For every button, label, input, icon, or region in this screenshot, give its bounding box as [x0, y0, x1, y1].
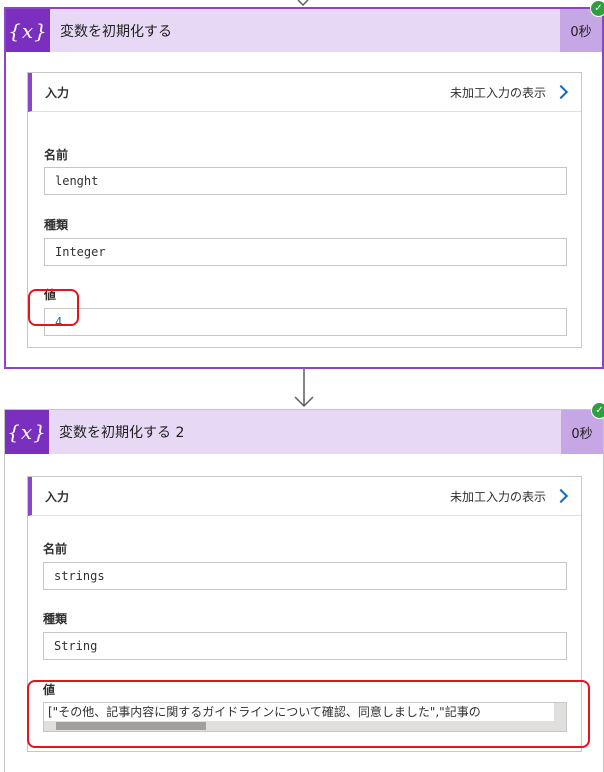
type-field[interactable]: String	[43, 632, 567, 660]
inputs-header: 入力 未加工入力の表示	[28, 477, 581, 516]
chevron-right-icon	[553, 84, 569, 100]
inputs-header: 入力 未加工入力の表示	[28, 73, 581, 112]
type-label: 種類	[43, 612, 68, 626]
inputs-title: 入力	[45, 85, 70, 100]
action-title: 変数を初期化する 2	[59, 425, 185, 441]
name-field[interactable]: strings	[43, 562, 567, 590]
name-label: 名前	[43, 542, 68, 556]
raw-inputs-label: 未加工入力の表示	[449, 489, 546, 504]
action-card-initialize-variable-2[interactable]: {x} 変数を初期化する 2 0秒 入力 未加工入力の表示 名前 strings…	[4, 409, 604, 772]
chevron-right-icon	[553, 488, 569, 504]
action-header[interactable]: {x} 変数を初期化する 0秒	[6, 9, 602, 52]
success-check-icon: ✓	[591, 402, 604, 419]
value-text: ["その他、記事内容に関するガイドラインについて確認、同意しました","記事の	[48, 705, 481, 719]
action-card-initialize-variable[interactable]: {x} 変数を初期化する 0秒 入力 未加工入力の表示 名前 lenght 種類…	[4, 7, 604, 369]
success-check-icon: ✓	[590, 0, 604, 17]
inputs-panel: 入力 未加工入力の表示 名前 strings 種類 String 値 ["その他…	[27, 476, 582, 752]
name-label: 名前	[44, 148, 69, 162]
down-arrow-icon	[294, 369, 314, 408]
type-field[interactable]: Integer	[44, 238, 567, 266]
show-raw-inputs-link[interactable]: 未加工入力の表示	[449, 488, 569, 505]
scroll-thumb[interactable]	[56, 722, 206, 730]
inputs-title: 入力	[45, 489, 70, 504]
value-field[interactable]: 4	[44, 308, 567, 336]
value-label: 値	[44, 288, 57, 302]
inputs-panel: 入力 未加工入力の表示 名前 lenght 種類 Integer 値 4	[27, 72, 582, 348]
horizontal-scrollbar[interactable]	[44, 721, 566, 731]
value-field[interactable]: ["その他、記事内容に関するガイドラインについて確認、同意しました","記事の	[43, 702, 567, 732]
vertical-scrollbar[interactable]	[554, 703, 566, 731]
value-label: 値	[43, 683, 56, 697]
show-raw-inputs-link[interactable]: 未加工入力の表示	[449, 84, 569, 101]
type-label: 種類	[44, 218, 69, 232]
variable-icon: {x}	[6, 9, 50, 52]
action-header[interactable]: {x} 変数を初期化する 2 0秒	[5, 410, 603, 454]
variable-icon: {x}	[5, 410, 49, 454]
action-title: 変数を初期化する	[60, 23, 172, 40]
name-field[interactable]: lenght	[44, 167, 567, 195]
raw-inputs-label: 未加工入力の表示	[449, 85, 546, 100]
